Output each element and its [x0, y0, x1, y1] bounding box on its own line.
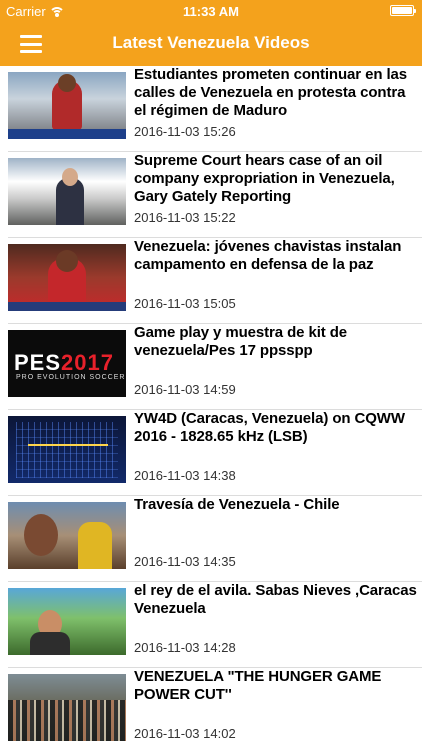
status-bar: Carrier 11:33 AM	[0, 0, 422, 22]
status-time: 11:33 AM	[183, 4, 239, 19]
video-thumbnail	[8, 158, 126, 225]
video-date: 2016-11-03 14:35	[134, 554, 236, 569]
video-date: 2016-11-03 14:02	[134, 726, 236, 741]
video-list-item[interactable]: YW4D (Caracas, Venezuela) on CQWW 2016 -…	[8, 410, 422, 496]
video-title: Venezuela: jóvenes chavistas instalan ca…	[134, 238, 402, 273]
video-title: Travesía de Venezuela - Chile	[134, 496, 340, 513]
video-list-item[interactable]: Estudiantes prometen continuar en las ca…	[8, 66, 422, 152]
video-title: el rey de el avila. Sabas Nieves ,Caraca…	[134, 582, 417, 617]
video-list-item[interactable]: Supreme Court hears case of an oil compa…	[8, 152, 422, 238]
video-thumbnail	[8, 502, 126, 569]
video-title: VENEZUELA "THE HUNGER GAME POWER CUT''	[134, 668, 382, 703]
video-list-item[interactable]: PES2017 PRO EVOLUTION SOCCER Game play y…	[8, 324, 422, 410]
video-list-item[interactable]: Venezuela: jóvenes chavistas instalan ca…	[8, 238, 422, 324]
video-title: Estudiantes prometen continuar en las ca…	[134, 66, 408, 119]
video-date: 2016-11-03 14:59	[134, 382, 236, 397]
video-date: 2016-11-03 14:38	[134, 468, 236, 483]
video-list-item[interactable]: el rey de el avila. Sabas Nieves ,Caraca…	[8, 582, 422, 668]
navigation-bar: Latest Venezuela Videos	[0, 22, 422, 66]
video-thumbnail: PES2017 PRO EVOLUTION SOCCER	[8, 330, 126, 397]
video-thumbnail	[8, 588, 126, 655]
page-title: Latest Venezuela Videos	[112, 33, 310, 52]
video-list-item[interactable]: VENEZUELA "THE HUNGER GAME POWER CUT'' 2…	[8, 668, 422, 750]
video-thumbnail	[8, 674, 126, 741]
battery-icon	[390, 5, 416, 16]
video-list: Estudiantes prometen continuar en las ca…	[0, 66, 422, 750]
video-thumbnail	[8, 244, 126, 311]
video-title: YW4D (Caracas, Venezuela) on CQWW 2016 -…	[134, 410, 405, 445]
video-thumbnail	[8, 72, 126, 139]
video-title: Supreme Court hears case of an oil compa…	[134, 152, 395, 205]
video-thumbnail	[8, 416, 126, 483]
pes-subtitle: PRO EVOLUTION SOCCER	[16, 374, 126, 381]
pes-logo: PES2017	[14, 350, 114, 375]
video-date: 2016-11-03 15:05	[134, 296, 236, 311]
video-title: Game play y muestra de kit de venezuela/…	[134, 324, 348, 359]
video-list-item[interactable]: Travesía de Venezuela - Chile 2016-11-03…	[8, 496, 422, 582]
video-date: 2016-11-03 14:28	[134, 640, 236, 655]
video-date: 2016-11-03 15:22	[134, 210, 236, 225]
video-date: 2016-11-03 15:26	[134, 124, 236, 139]
